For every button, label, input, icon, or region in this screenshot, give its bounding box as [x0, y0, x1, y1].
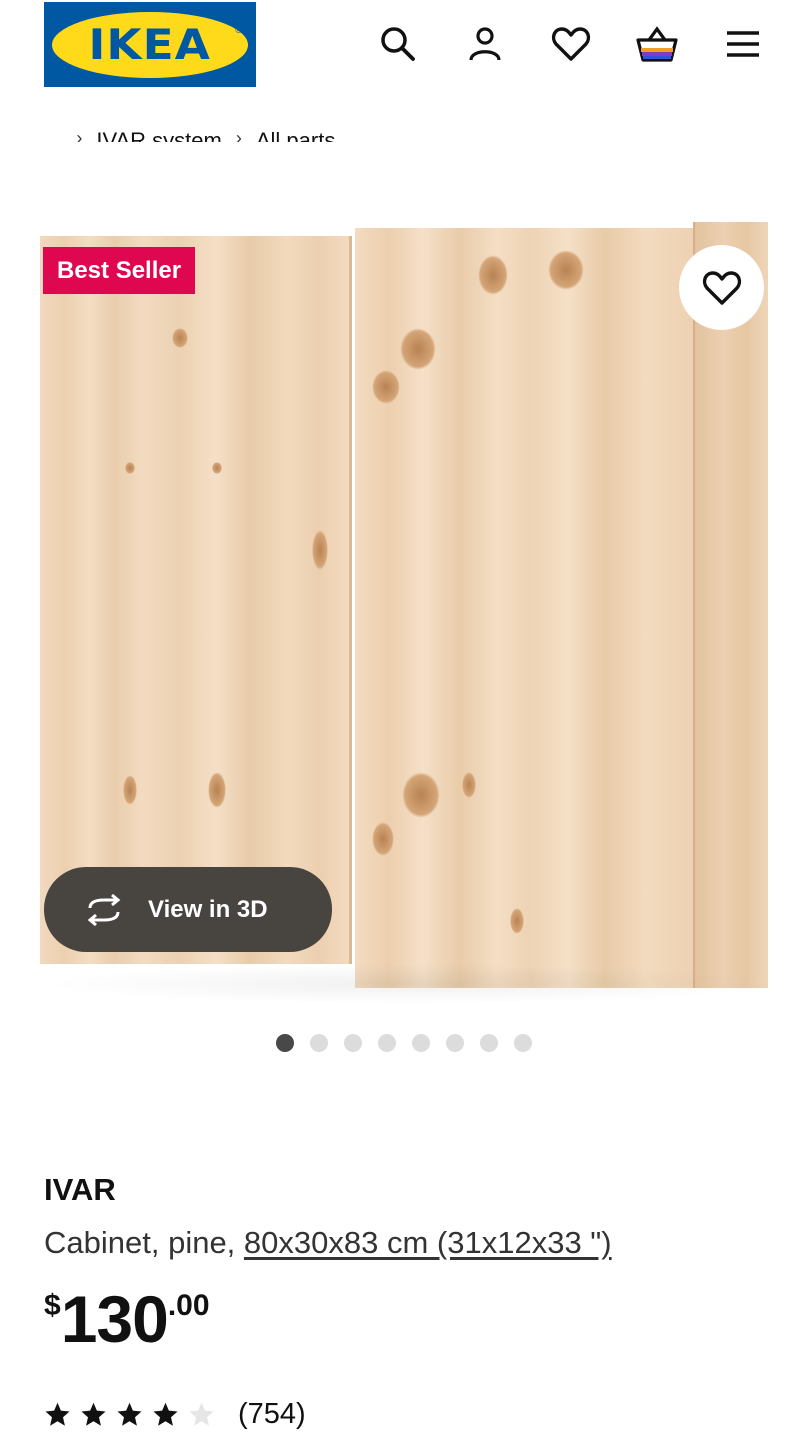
user-icon[interactable] [463, 22, 507, 66]
star-filled-icon [153, 1402, 178, 1426]
wood-knot [125, 462, 135, 474]
wood-knot [312, 530, 328, 570]
carousel-dot[interactable] [344, 1034, 362, 1052]
logo-registered-mark: ® [235, 25, 242, 35]
add-to-favorites-button[interactable] [679, 245, 764, 330]
star-filled-icon [45, 1402, 70, 1426]
breadcrumb: ... › IVAR system › All parts [44, 112, 335, 142]
carousel-dot[interactable] [310, 1034, 328, 1052]
wood-knot [372, 370, 400, 404]
carousel-dot[interactable] [514, 1034, 532, 1052]
menu-icon[interactable] [721, 22, 765, 66]
wood-knot [548, 250, 584, 290]
star-filled-icon [81, 1402, 106, 1426]
heart-icon [702, 270, 741, 305]
search-icon[interactable] [376, 22, 420, 66]
carousel-dot[interactable] [480, 1034, 498, 1052]
header: IKEA ® [0, 0, 809, 95]
heart-icon[interactable] [549, 22, 593, 66]
wood-knot [172, 328, 188, 348]
product-name: IVAR [44, 1172, 116, 1207]
chevron-right-icon: › [76, 128, 83, 142]
product-description-prefix: Cabinet, pine, [44, 1225, 244, 1260]
wood-knot [400, 328, 436, 370]
view-in-3d-button[interactable]: View in 3D [44, 867, 332, 952]
carousel-dot[interactable] [378, 1034, 396, 1052]
best-seller-badge: Best Seller [43, 247, 196, 294]
wood-knot [478, 255, 508, 295]
product-rating[interactable]: (754) [44, 1398, 306, 1431]
logo-oval: IKEA [52, 11, 248, 78]
breadcrumb-item-ivar-system[interactable]: IVAR system [96, 128, 222, 142]
cabinet-side-panel [693, 222, 768, 988]
product-description: Cabinet, pine, 80x30x83 cm (31x12x33 ") [44, 1225, 612, 1261]
chevron-right-icon: › [235, 128, 242, 142]
star-filled-icon [117, 1402, 142, 1426]
wood-knot [510, 908, 524, 934]
carousel-dot[interactable] [446, 1034, 464, 1052]
wood-knot [208, 772, 226, 808]
product-price: $ 130 .00 [44, 1283, 210, 1355]
cabinet-left-door [40, 236, 352, 964]
wood-knot [123, 775, 137, 805]
ikea-logo[interactable]: IKEA ® [44, 2, 256, 87]
price-decimal: .00 [167, 1289, 210, 1322]
product-image[interactable]: Best Seller View in 3D [0, 200, 809, 1020]
price-integer: 130 [60, 1282, 169, 1356]
review-count: (754) [238, 1398, 306, 1430]
wood-knot [372, 822, 394, 856]
basket-icon[interactable] [635, 22, 679, 66]
star-empty-icon [189, 1402, 214, 1426]
breadcrumb-item-all-parts[interactable]: All parts [256, 128, 335, 142]
wood-knot [402, 772, 440, 818]
view-in-3d-label: View in 3D [148, 895, 268, 923]
breadcrumb-ellipsis[interactable]: ... [44, 128, 62, 142]
rotate-3d-icon [87, 893, 121, 926]
carousel-dots [276, 1034, 532, 1052]
product-dimensions-link[interactable]: 80x30x83 cm (31x12x33 ") [244, 1225, 612, 1260]
carousel-dot[interactable] [276, 1034, 294, 1052]
wood-knot [212, 462, 222, 474]
price-currency: $ [44, 1289, 61, 1322]
cabinet-shadow [40, 964, 780, 1004]
carousel-dot[interactable] [412, 1034, 430, 1052]
logo-text: IKEA [88, 20, 212, 69]
wood-knot [462, 772, 476, 798]
